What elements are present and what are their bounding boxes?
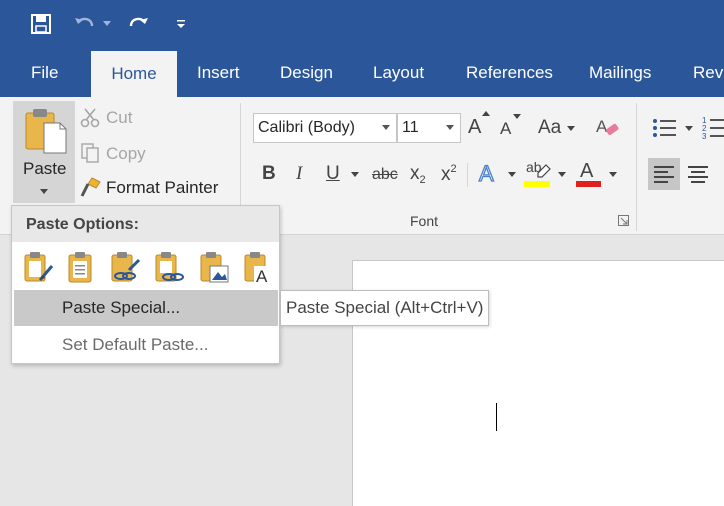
copy-icon — [81, 143, 99, 163]
undo-icon[interactable] — [72, 8, 98, 40]
ribbon-tabs: File Home Insert Design Layout Reference… — [0, 50, 724, 98]
save-icon[interactable] — [26, 8, 56, 40]
chevron-down-icon[interactable] — [382, 125, 390, 130]
highlight-color-bar — [524, 181, 550, 187]
font-dialog-launcher-icon[interactable] — [618, 215, 629, 226]
svg-text:A: A — [596, 117, 608, 136]
align-left-icon — [654, 166, 674, 183]
link-keep-source-icon[interactable] — [153, 250, 185, 284]
tab-design[interactable]: Design — [280, 50, 333, 97]
chevron-down-icon[interactable] — [567, 126, 575, 132]
tab-review[interactable]: Revi — [693, 50, 724, 97]
font-color-button[interactable]: A — [580, 160, 593, 183]
svg-text:A: A — [256, 267, 268, 284]
change-case-button[interactable]: Aa — [538, 117, 561, 139]
shrink-font-button[interactable]: A — [500, 119, 511, 139]
paste-options-menu: Paste Options: A Paste Special... Set De… — [11, 205, 280, 364]
subscript-x: x — [410, 163, 420, 184]
cut-icon — [80, 108, 100, 128]
merge-formatting-icon[interactable] — [65, 250, 97, 284]
chevron-down-icon[interactable] — [609, 172, 617, 178]
tab-insert[interactable]: Insert — [197, 50, 240, 97]
svg-text:3: 3 — [702, 132, 707, 141]
chevron-down-icon[interactable] — [446, 125, 454, 130]
picture-icon[interactable] — [198, 250, 230, 284]
paste-special-tooltip: Paste Special (Alt+Ctrl+V) — [280, 290, 490, 326]
strikethrough-button[interactable]: abc — [372, 166, 398, 184]
font-size-combo[interactable]: 11 — [397, 113, 461, 143]
subscript-button[interactable]: x2 — [410, 163, 426, 186]
cut-button[interactable]: Cut — [106, 108, 132, 128]
font-size-value: 11 — [402, 119, 419, 136]
paste-icon — [25, 109, 67, 154]
set-default-paste-item[interactable]: Set Default Paste... — [14, 327, 278, 363]
tab-references[interactable]: References — [466, 50, 553, 97]
bold-button[interactable]: B — [262, 163, 276, 185]
copy-button[interactable]: Copy — [106, 144, 146, 164]
clear-formatting-icon[interactable]: A — [596, 116, 620, 138]
subscript-mark: 2 — [419, 174, 426, 186]
align-left-button[interactable] — [648, 158, 680, 190]
tab-file[interactable]: File — [31, 50, 58, 97]
font-name-value: Calibri (Body) — [258, 119, 355, 136]
align-center-icon[interactable] — [688, 164, 708, 184]
shrink-arrow-icon — [513, 114, 521, 119]
text-effects-button[interactable]: A — [478, 160, 494, 187]
font-group-label: Font — [410, 213, 439, 229]
grow-arrow-icon — [482, 111, 490, 116]
superscript-button[interactable]: x2 — [441, 163, 457, 186]
text-cursor — [496, 403, 497, 431]
group-separator — [636, 103, 637, 231]
chevron-down-icon[interactable] — [508, 172, 516, 178]
tab-mailings[interactable]: Mailings — [589, 50, 651, 97]
format-painter-icon — [80, 177, 101, 197]
font-color-bar — [576, 181, 601, 187]
paste-label: Paste — [23, 159, 67, 178]
chevron-down-icon[interactable] — [558, 172, 566, 178]
grow-font-button[interactable]: A — [468, 116, 481, 139]
bullets-icon[interactable] — [651, 117, 677, 139]
format-painter-button[interactable]: Format Painter — [106, 178, 218, 198]
chevron-down-icon[interactable] — [351, 172, 359, 178]
redo-icon[interactable] — [124, 8, 152, 40]
highlighter-icon — [537, 164, 551, 178]
paste-special-item[interactable]: Paste Special... — [14, 290, 278, 326]
keep-text-only-icon[interactable]: A — [242, 250, 274, 284]
quick-access-toolbar — [0, 0, 724, 50]
customize-qat-icon[interactable] — [172, 8, 190, 40]
chevron-down-icon[interactable] — [685, 126, 693, 132]
keep-source-formatting-icon[interactable] — [22, 250, 54, 284]
paste-button[interactable]: Paste — [13, 101, 75, 203]
paste-options-heading: Paste Options: — [12, 206, 279, 242]
tab-layout[interactable]: Layout — [373, 50, 424, 97]
italic-button[interactable]: I — [296, 163, 302, 185]
superscript-mark: 2 — [450, 163, 457, 175]
use-destination-styles-icon[interactable] — [109, 250, 141, 284]
undo-dropdown-icon[interactable] — [100, 8, 114, 40]
numbering-icon[interactable]: 123 — [702, 115, 724, 141]
paste-dropdown-icon — [40, 189, 48, 194]
tab-home[interactable]: Home — [91, 51, 177, 98]
separator — [467, 163, 468, 187]
superscript-x: x — [441, 164, 451, 185]
underline-button[interactable]: U — [326, 163, 340, 185]
font-name-combo[interactable]: Calibri (Body) — [253, 113, 397, 143]
